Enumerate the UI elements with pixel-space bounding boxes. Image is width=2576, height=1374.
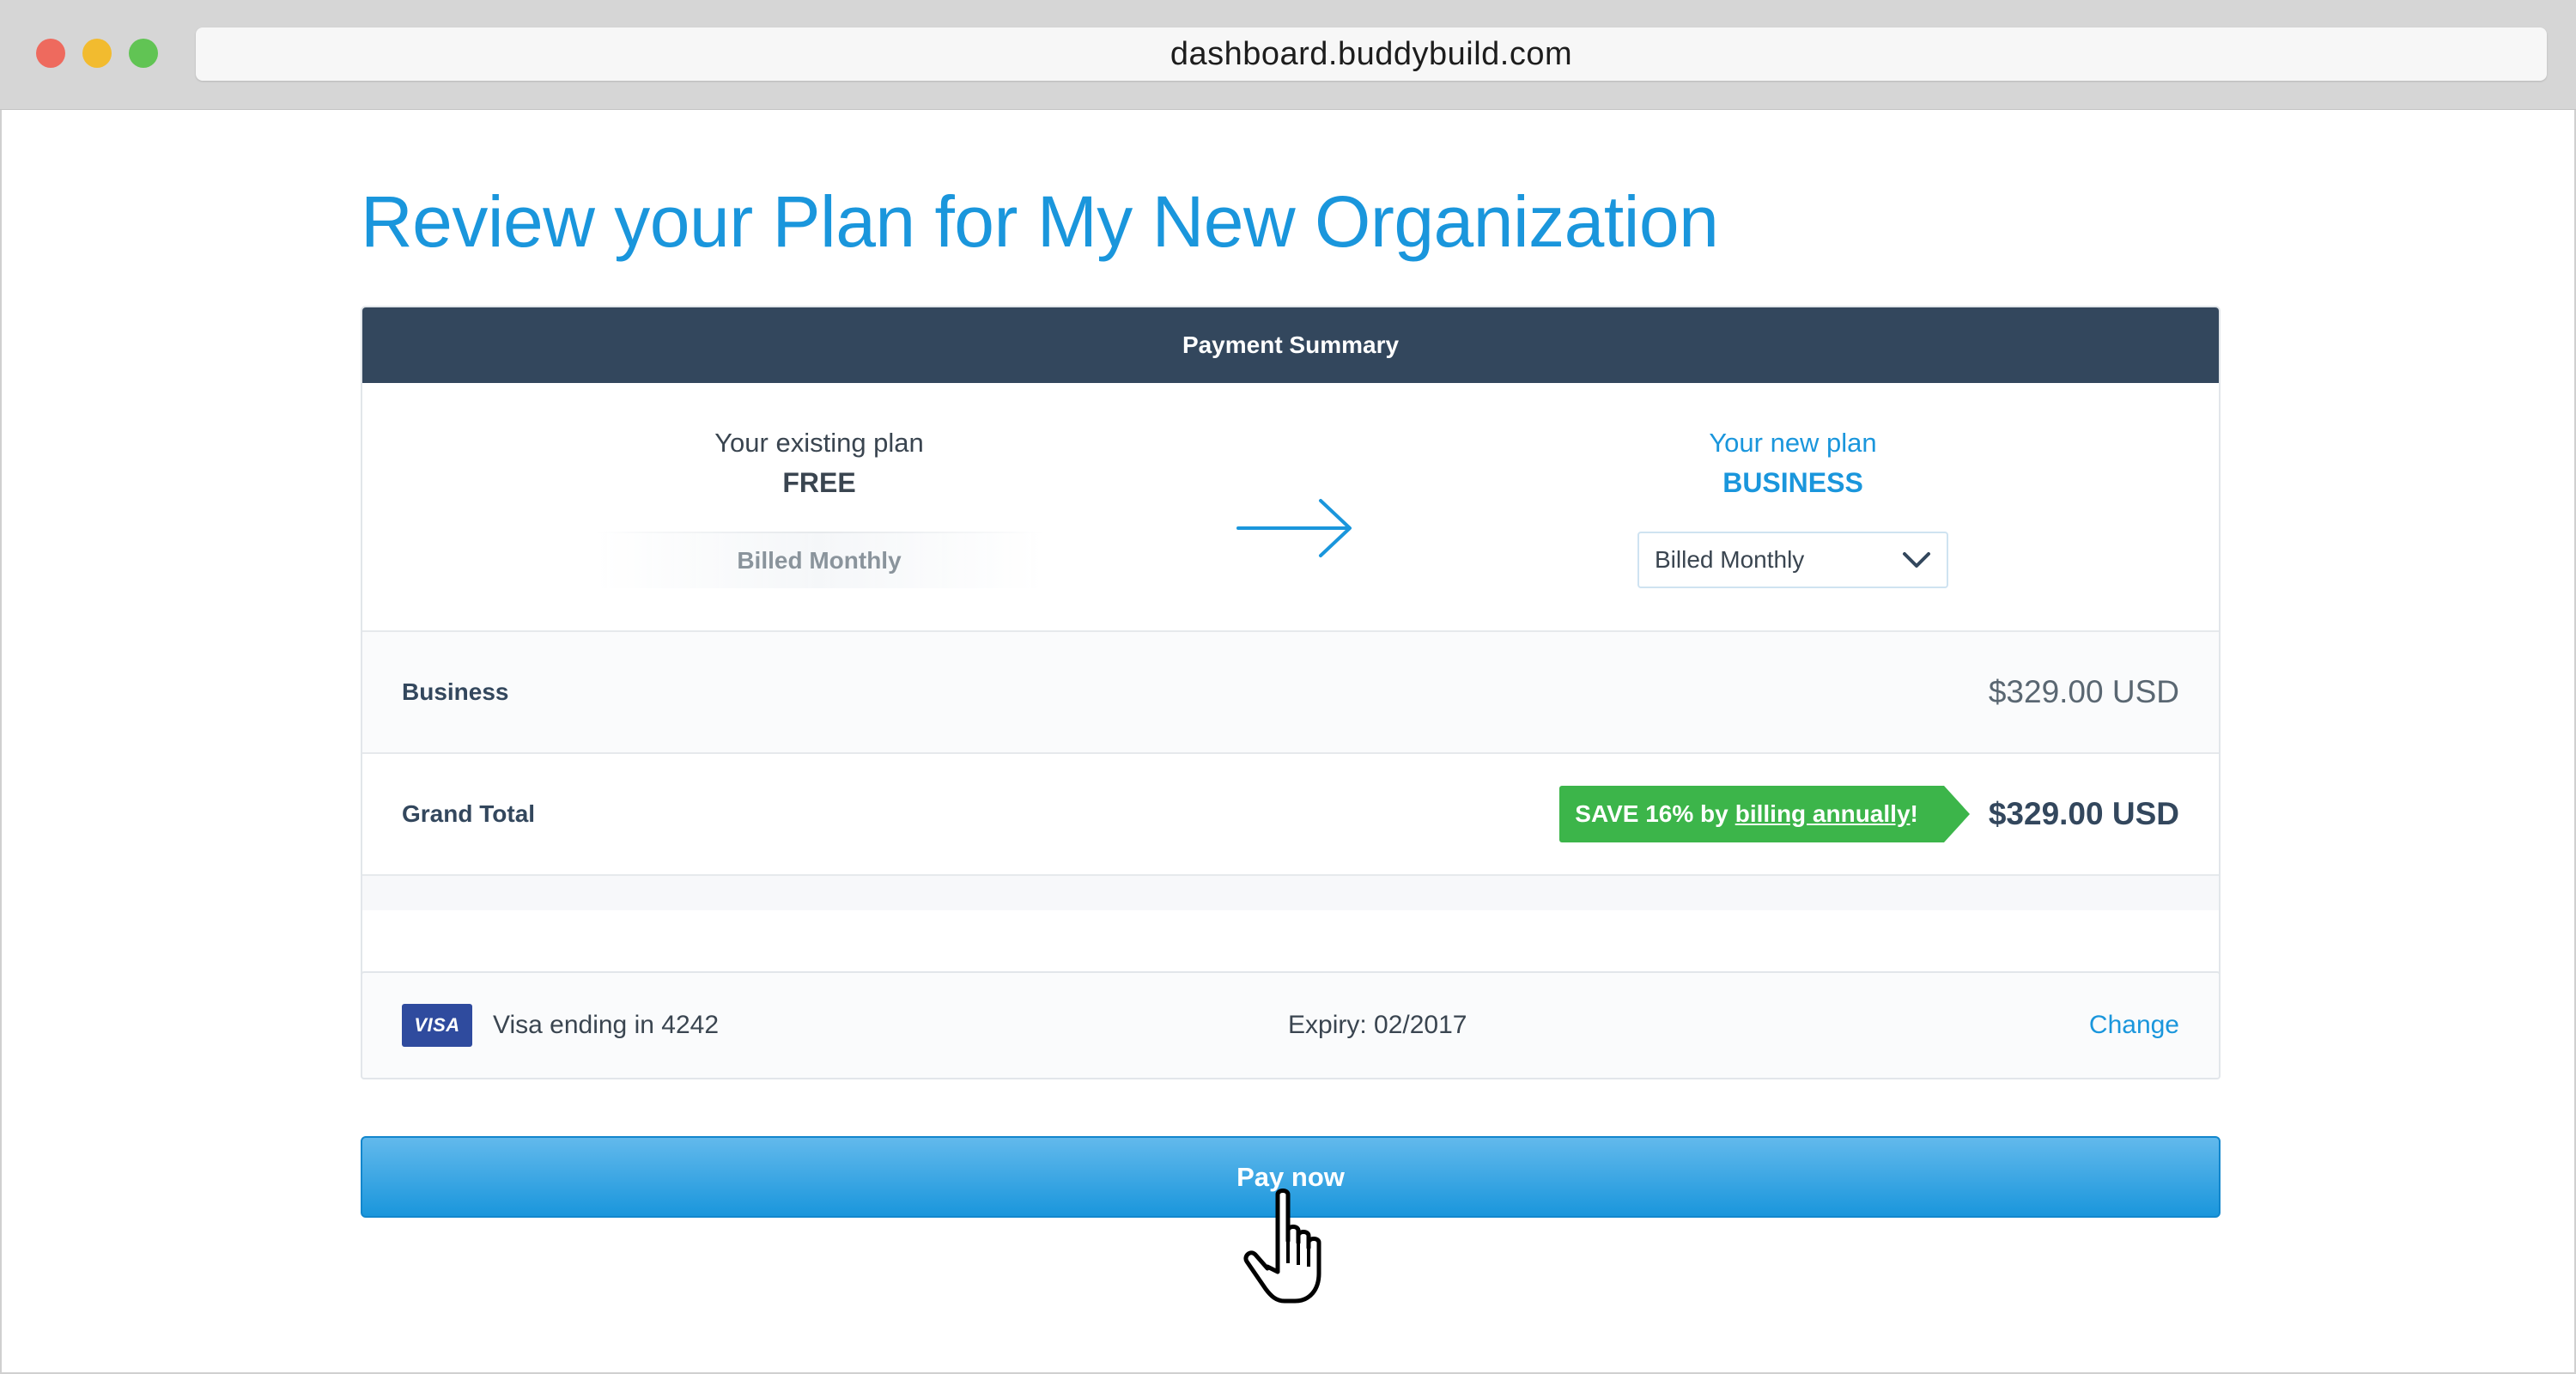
existing-plan: Your existing plan FREE Billed Monthly (562, 428, 1077, 588)
chevron-down-icon (1903, 552, 1930, 568)
change-card-link[interactable]: Change (2089, 1011, 2179, 1040)
url-text: dashboard.buddybuild.com (1170, 35, 1573, 72)
close-window-button[interactable] (36, 39, 65, 68)
visa-card-icon: VISA (402, 1004, 472, 1047)
save-suffix: ! (1910, 800, 1918, 827)
line-item-label: Business (402, 678, 509, 705)
browser-chrome: dashboard.buddybuild.com (0, 0, 2576, 110)
existing-plan-name: FREE (782, 467, 856, 498)
billing-period-select[interactable]: Billed Monthly (1637, 532, 1948, 588)
plan-comparison: Your existing plan FREE Billed Monthly Y… (362, 383, 2219, 632)
hand-pointer-cursor-icon (1243, 1189, 1321, 1304)
save-annually-banner: SAVE 16% by billing annually ! (1559, 786, 1970, 842)
card-description: Visa ending in 4242 (493, 1011, 719, 1039)
payment-method-row: VISA Visa ending in 4242 Expiry: 02/2017… (361, 971, 2221, 1079)
line-item-row: Business $329.00 USD (362, 632, 2219, 754)
grand-total-amount: $329.00 USD (1988, 796, 2179, 831)
grand-total-label: Grand Total (402, 800, 536, 827)
grand-total-row: Grand Total SAVE 16% by billing annually… (362, 754, 2219, 876)
payment-summary-footer (362, 876, 2219, 910)
payment-summary-header: Payment Summary (362, 307, 2219, 383)
page-title: Review your Plan for My New Organization (361, 181, 1719, 262)
minimize-window-button[interactable] (82, 39, 112, 68)
new-plan-name: BUSINESS (1722, 467, 1863, 498)
payment-summary-card: Payment Summary Your existing plan FREE … (361, 306, 2221, 1022)
existing-plan-billing: Billed Monthly (596, 532, 1042, 588)
save-prefix: SAVE 16% by (1575, 800, 1728, 827)
page-content: Review your Plan for My New Organization… (0, 110, 2576, 1374)
card-expiry: Expiry: 02/2017 (1288, 1011, 1467, 1039)
address-bar[interactable]: dashboard.buddybuild.com (196, 27, 2547, 81)
new-plan-caption: Your new plan (1709, 428, 1877, 458)
billing-annually-link[interactable]: billing annually (1735, 800, 1911, 828)
line-item-amount: $329.00 USD (1988, 674, 2179, 709)
grand-total-right: SAVE 16% by billing annually ! $329.00 U… (1559, 786, 2179, 842)
zoom-window-button[interactable] (129, 39, 158, 68)
existing-plan-caption: Your existing plan (714, 428, 924, 458)
arrow-right-icon (1236, 499, 1352, 557)
new-plan: Your new plan BUSINESS Billed Monthly (1535, 428, 2050, 588)
billing-period-value: Billed Monthly (1655, 546, 1805, 573)
